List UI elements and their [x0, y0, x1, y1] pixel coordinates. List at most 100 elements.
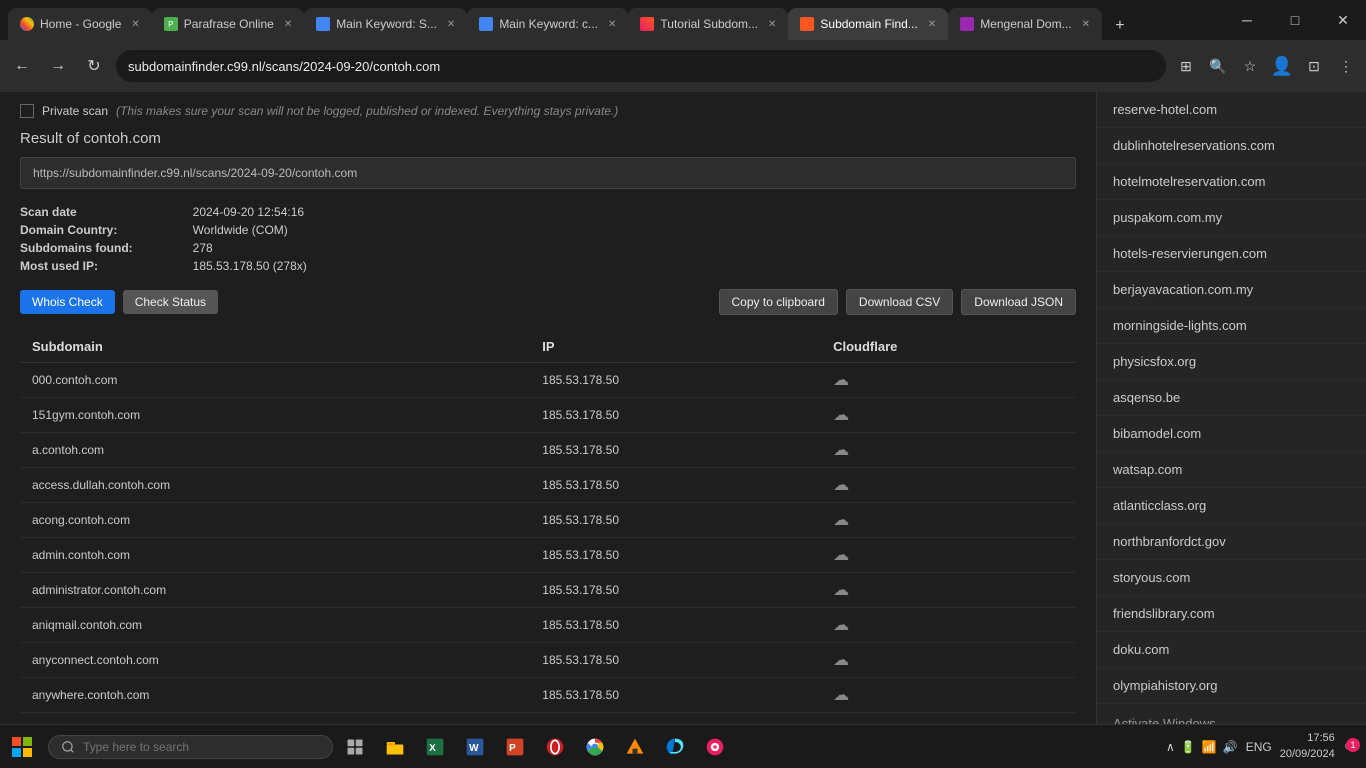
cloudflare-icon: ☁ — [833, 372, 849, 389]
tab-mengenal[interactable]: Mengenal Dom... ✕ — [948, 8, 1102, 40]
browser2-button[interactable] — [697, 729, 733, 765]
sidebar-domain-item[interactable]: asqenso.be — [1097, 380, 1366, 416]
download-json-button[interactable]: Download JSON — [961, 289, 1076, 315]
cloudflare-cell: ☁ — [821, 468, 1076, 503]
edge-button[interactable] — [657, 729, 693, 765]
sidebar-domain-item[interactable]: puspakom.com.my — [1097, 200, 1366, 236]
whois-check-button[interactable]: Whois Check — [20, 290, 115, 314]
excel-button[interactable]: X — [417, 729, 453, 765]
zoom-icon[interactable]: 🔍 — [1206, 54, 1230, 78]
table-row: access.dullah.contoh.com 185.53.178.50 ☁ — [20, 468, 1076, 503]
opera-button[interactable] — [537, 729, 573, 765]
sidebar-domain-item[interactable]: storyous.com — [1097, 560, 1366, 596]
download-csv-button[interactable]: Download CSV — [846, 289, 953, 315]
maximize-button[interactable]: □ — [1272, 0, 1318, 40]
file-explorer-icon — [385, 737, 405, 757]
scan-date-value-row: 2024-09-20 12:54:16 — [193, 205, 307, 219]
clock[interactable]: 17:56 20/09/2024 — [1280, 731, 1335, 762]
search-input[interactable] — [83, 740, 283, 754]
subdomain-cell: aniqmail.contoh.com — [20, 608, 530, 643]
task-view-button[interactable] — [337, 729, 373, 765]
tab-close[interactable]: ✕ — [928, 19, 936, 30]
private-scan-checkbox[interactable] — [20, 104, 34, 118]
new-tab-button[interactable]: + — [1106, 12, 1134, 40]
private-scan-label: Private scan — [42, 104, 108, 118]
network-icon: 📶 — [1202, 740, 1217, 754]
menu-icon[interactable]: ⋮ — [1334, 54, 1358, 78]
sidebar-domain-item[interactable]: berjayavacation.com.my — [1097, 272, 1366, 308]
chrome-button[interactable] — [577, 729, 613, 765]
tab-close[interactable]: ✕ — [1082, 19, 1090, 30]
ip-cell: 185.53.178.50 — [530, 468, 821, 503]
sidebar-domain-item[interactable]: watsap.com — [1097, 452, 1366, 488]
word-icon: W — [465, 737, 485, 757]
bookmark-icon[interactable]: ☆ — [1238, 54, 1262, 78]
private-scan-bar: Private scan (This makes sure your scan … — [20, 104, 1076, 118]
favicon-tutorial — [640, 17, 654, 31]
tab-close[interactable]: ✕ — [284, 19, 292, 30]
sidebar-domain-item[interactable]: dublinhotelreservations.com — [1097, 128, 1366, 164]
tab-bar: Home - Google ✕ P Parafrase Online ✕ Mai… — [0, 0, 1366, 40]
sidebar-domain-item[interactable]: doku.com — [1097, 632, 1366, 668]
sidebar-domain-item[interactable]: olympiahistory.org — [1097, 668, 1366, 704]
vlc-icon — [625, 737, 645, 757]
cast-icon[interactable]: ⊞ — [1174, 54, 1198, 78]
sidebar-domain-item[interactable]: bibamodel.com — [1097, 416, 1366, 452]
word-button[interactable]: W — [457, 729, 493, 765]
sidebar-domain-item[interactable]: physicsfox.org — [1097, 344, 1366, 380]
search-icon — [61, 740, 75, 754]
tab-label: Subdomain Find... — [820, 17, 917, 31]
scan-info-left: Scan date Domain Country: Subdomains fou… — [20, 205, 133, 273]
tab-docs1[interactable]: Main Keyword: S... ✕ — [304, 8, 467, 40]
tab-close[interactable]: ✕ — [447, 19, 455, 30]
reload-button[interactable]: ↻ — [80, 52, 108, 80]
private-scan-note: (This makes sure your scan will not be l… — [116, 104, 618, 118]
sidebar-domain-item[interactable]: hotels-reservierungen.com — [1097, 236, 1366, 272]
tab-label: Mengenal Dom... — [980, 17, 1071, 31]
forward-button[interactable]: → — [44, 52, 72, 80]
start-button[interactable] — [0, 725, 44, 768]
taskbar-apps: X W P — [377, 729, 733, 765]
tab-label: Home - Google — [40, 17, 121, 31]
taskbar: X W P — [0, 724, 1366, 768]
ip-cell: 185.53.178.50 — [530, 398, 821, 433]
svg-text:P: P — [509, 743, 516, 754]
show-hidden-icons[interactable]: ∧ — [1166, 740, 1175, 754]
sidebar-domain-item[interactable]: northbranfordct.gov — [1097, 524, 1366, 560]
taskbar-search[interactable] — [48, 735, 333, 759]
time-display: 17:56 — [1280, 731, 1335, 746]
tab-tutorial[interactable]: Tutorial Subdom... ✕ — [628, 8, 788, 40]
tab-home[interactable]: Home - Google ✕ — [8, 8, 152, 40]
minimize-button[interactable]: ─ — [1224, 0, 1270, 40]
tab-docs2[interactable]: Main Keyword: c... ✕ — [467, 8, 628, 40]
notification-icon[interactable]: 🗨 1 — [1343, 740, 1358, 754]
sidebar-domain-item[interactable]: morningside-lights.com — [1097, 308, 1366, 344]
ip-cell: 185.53.178.50 — [530, 678, 821, 713]
table-row: 000.contoh.com 185.53.178.50 ☁ — [20, 363, 1076, 398]
sidebar-domain-item[interactable]: atlanticclass.org — [1097, 488, 1366, 524]
table-row: administrator.contoh.com 185.53.178.50 ☁ — [20, 573, 1076, 608]
tab-parafrase[interactable]: P Parafrase Online ✕ — [152, 8, 304, 40]
cloudflare-cell: ☁ — [821, 433, 1076, 468]
tab-close[interactable]: ✕ — [131, 19, 139, 30]
copy-clipboard-button[interactable]: Copy to clipboard — [719, 289, 838, 315]
address-bar[interactable]: subdomainfinder.c99.nl/scans/2024-09-20/… — [116, 50, 1166, 82]
cloudflare-cell: ☁ — [821, 538, 1076, 573]
tab-close[interactable]: ✕ — [608, 19, 616, 30]
extensions-icon[interactable]: ⊡ — [1302, 54, 1326, 78]
back-button[interactable]: ← — [8, 52, 36, 80]
vlc-button[interactable] — [617, 729, 653, 765]
profile-icon[interactable]: 👤 — [1270, 54, 1294, 78]
ip-cell: 185.53.178.50 — [530, 538, 821, 573]
sidebar-domain-item[interactable]: reserve-hotel.com — [1097, 92, 1366, 128]
table-row: admin.contoh.com 185.53.178.50 ☁ — [20, 538, 1076, 573]
tab-subdomain-finder[interactable]: Subdomain Find... ✕ — [788, 8, 948, 40]
sidebar-domain-item[interactable]: friendslibrary.com — [1097, 596, 1366, 632]
file-explorer-button[interactable] — [377, 729, 413, 765]
tab-close[interactable]: ✕ — [768, 19, 776, 30]
powerpoint-button[interactable]: P — [497, 729, 533, 765]
sidebar-domain-item[interactable]: hotelmotelreservation.com — [1097, 164, 1366, 200]
cloudflare-icon: ☁ — [833, 512, 849, 529]
check-status-button[interactable]: Check Status — [123, 290, 218, 314]
close-button[interactable]: ✕ — [1320, 0, 1366, 40]
